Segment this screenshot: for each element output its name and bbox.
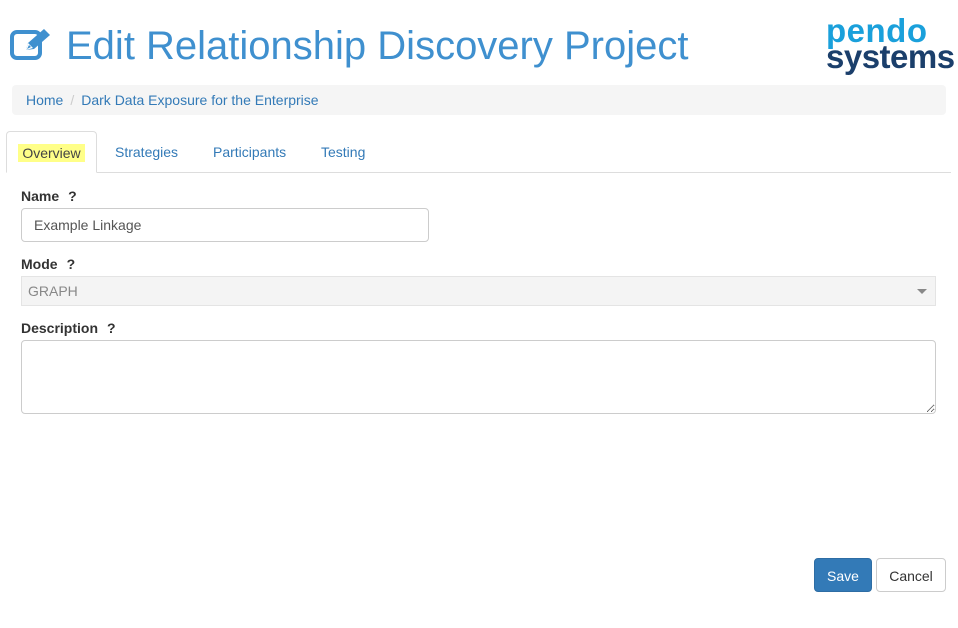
mode-label-row: Mode? xyxy=(21,256,75,272)
tab-participants[interactable]: Participants xyxy=(213,131,286,173)
tab-overview-label: Overview xyxy=(18,144,85,162)
name-input[interactable] xyxy=(21,208,429,242)
chevron-down-icon xyxy=(917,289,927,294)
breadcrumb-separator: / xyxy=(70,92,75,108)
mode-help-icon[interactable]: ? xyxy=(67,256,76,272)
description-label: Description xyxy=(21,320,99,336)
edit-icon xyxy=(10,29,50,60)
breadcrumb-project-link[interactable]: Dark Data Exposure for the Enterprise xyxy=(81,92,318,108)
name-label: Name xyxy=(21,188,60,204)
description-label-row: Description? xyxy=(21,320,116,336)
breadcrumb-home-link[interactable]: Home xyxy=(26,92,63,108)
tab-testing[interactable]: Testing xyxy=(321,131,365,173)
name-label-row: Name? xyxy=(21,188,77,204)
breadcrumb: Home / Dark Data Exposure for the Enterpri… xyxy=(12,85,946,115)
tab-overview[interactable]: Overview xyxy=(6,131,97,173)
description-help-icon[interactable]: ? xyxy=(107,320,116,336)
mode-label: Mode xyxy=(21,256,58,272)
edit-project-page: Edit Relationship Discovery Project pend… xyxy=(0,0,958,628)
tab-strategies[interactable]: Strategies xyxy=(115,131,178,173)
page-title: Edit Relationship Discovery Project xyxy=(66,24,689,68)
logo-line-2: systems xyxy=(826,38,955,75)
cancel-button[interactable]: Cancel xyxy=(876,558,946,592)
description-textarea[interactable] xyxy=(21,340,936,414)
save-button[interactable]: Save xyxy=(814,558,872,592)
mode-select-value: GRAPH xyxy=(28,283,78,299)
mode-select[interactable]: GRAPH xyxy=(21,276,936,306)
name-help-icon[interactable]: ? xyxy=(68,188,77,204)
pendo-systems-logo: pendo systems xyxy=(824,14,955,74)
tab-bar: Overview Strategies Participants Testing xyxy=(6,131,951,173)
page-header: Edit Relationship Discovery Project pend… xyxy=(0,0,958,80)
